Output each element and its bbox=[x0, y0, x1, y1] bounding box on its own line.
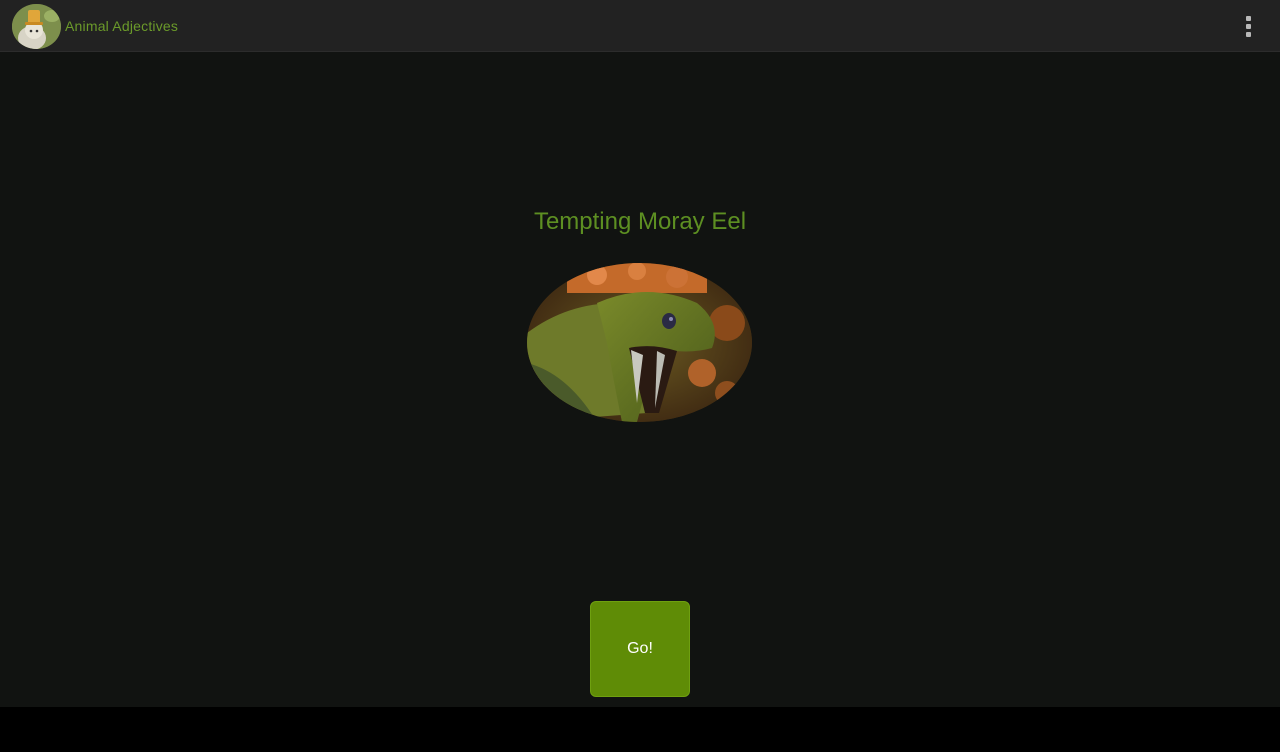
action-bar: Animal Adjectives bbox=[0, 0, 1280, 52]
main-content: Tempting Moray Eel Go! bbox=[0, 52, 1280, 707]
app-icon[interactable] bbox=[12, 4, 61, 49]
go-button[interactable]: Go! bbox=[590, 601, 690, 697]
moray-eel-image bbox=[527, 263, 752, 422]
overflow-menu-icon[interactable] bbox=[1236, 10, 1260, 42]
overflow-dot bbox=[1245, 15, 1251, 21]
adjective-title: Tempting Moray Eel bbox=[533, 208, 747, 235]
app-title: Animal Adjectives bbox=[65, 18, 179, 34]
moray-eel-photo bbox=[527, 263, 752, 422]
animal-with-hat-icon bbox=[12, 4, 61, 49]
overflow-dot bbox=[1245, 31, 1251, 37]
overflow-dot bbox=[1245, 23, 1251, 29]
system-navigation-bar bbox=[0, 707, 1280, 752]
